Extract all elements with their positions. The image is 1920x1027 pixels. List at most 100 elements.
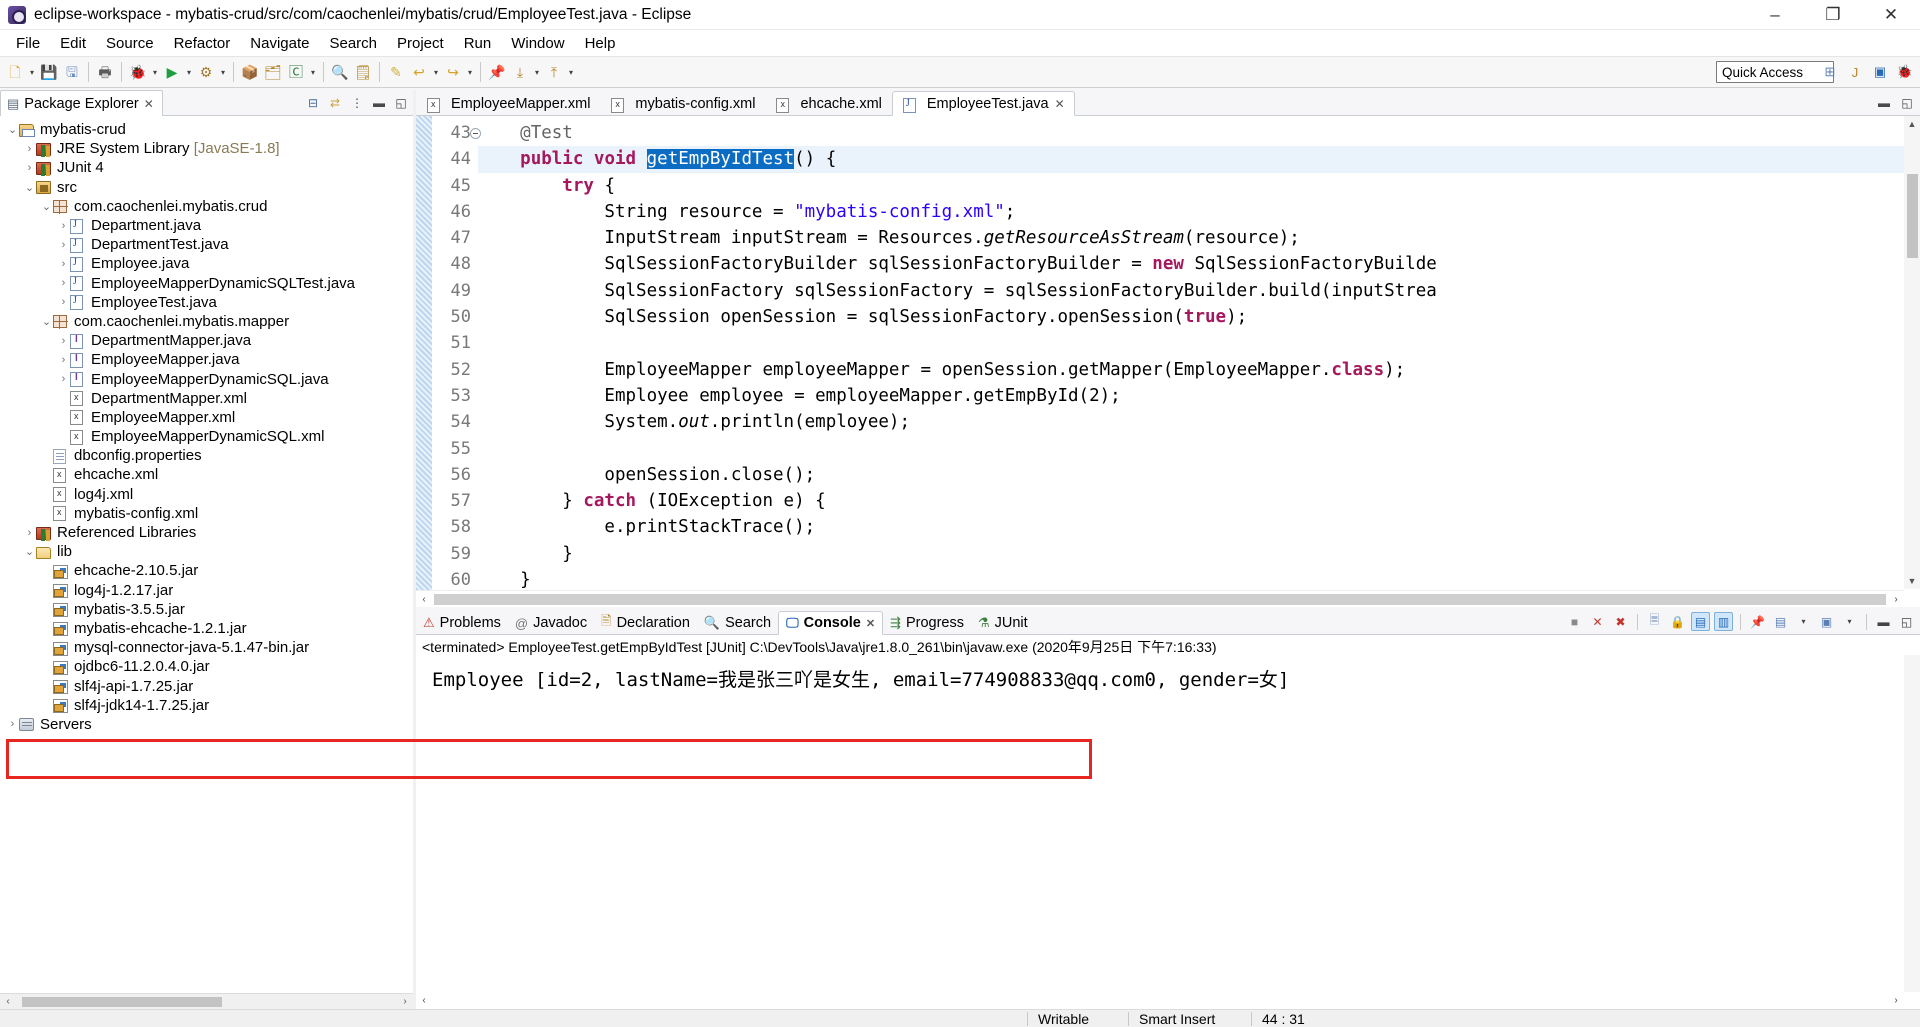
quick-access-input[interactable]	[1716, 61, 1834, 83]
console-tab-javadoc[interactable]: @ Javadoc	[508, 611, 594, 635]
run-dropdown-caret-icon[interactable]: ▾	[184, 60, 194, 84]
editor-vscrollbar[interactable]: ▲ ▼	[1904, 116, 1920, 589]
save-icon[interactable]: 💾	[38, 60, 60, 84]
link-with-editor-icon[interactable]: ⇄	[327, 95, 343, 111]
tree-item[interactable]: log4j.xml	[0, 485, 413, 504]
explorer-hscroll-thumb[interactable]	[22, 996, 222, 1007]
console-output-area[interactable]: Employee [id=2, lastName=我是张三吖是女生, email…	[416, 655, 1920, 1009]
show-console-on-error-icon[interactable]: ▥	[1714, 612, 1733, 631]
console-hscroll-thumb[interactable]	[434, 995, 1886, 1006]
close-icon[interactable]: ✕	[866, 617, 875, 630]
new-java-project-icon[interactable]: 📦	[239, 60, 261, 84]
code-line[interactable]	[478, 330, 1920, 356]
tree-item[interactable]: EmployeeMapper.xml	[0, 408, 413, 427]
scroll-right-icon[interactable]: ›	[1888, 594, 1904, 605]
tree-item[interactable]: › EmployeeMapper.java	[0, 350, 413, 369]
new-class-icon[interactable]: 🄲	[285, 60, 307, 84]
tree-item[interactable]: › Department.java	[0, 216, 413, 235]
chevron-down-icon[interactable]: ⌄	[6, 123, 19, 136]
minimize-view-icon[interactable]: ▬	[371, 95, 387, 111]
menu-navigate[interactable]: Navigate	[240, 33, 319, 54]
tree-item[interactable]: dbconfig.properties	[0, 446, 413, 465]
tree-item[interactable]: log4j-1.2.17.jar	[0, 581, 413, 600]
collapse-all-icon[interactable]: ⊟	[305, 95, 321, 111]
chevron-down-icon[interactable]: ⌄	[23, 545, 36, 558]
tree-item[interactable]: ⌄ src	[0, 178, 413, 197]
scroll-left-icon[interactable]: ‹	[0, 996, 16, 1007]
tree-item[interactable]: mybatis-config.xml	[0, 504, 413, 523]
save-all-icon[interactable]: 🖫	[61, 60, 83, 84]
tree-item[interactable]: ⌄ com.caochenlei.mybatis.mapper	[0, 312, 413, 331]
tree-item[interactable]: › DepartmentMapper.java	[0, 331, 413, 350]
new-package-icon[interactable]: 🗂	[262, 60, 284, 84]
tree-item[interactable]: › Referenced Libraries	[0, 523, 413, 542]
view-menu-icon[interactable]: ⋮	[349, 95, 365, 111]
chevron-down-icon[interactable]: ⌄	[40, 315, 53, 328]
debug-dropdown-caret-icon[interactable]: ▾	[150, 60, 160, 84]
show-console-on-output-icon[interactable]: ▤	[1691, 612, 1710, 631]
chevron-right-icon[interactable]: ›	[23, 143, 36, 155]
maximize-editor-icon[interactable]: ◱	[1899, 95, 1915, 111]
tree-item[interactable]: mysql-connector-java-5.1.47-bin.jar	[0, 638, 413, 657]
tree-item[interactable]: › EmployeeTest.java	[0, 293, 413, 312]
tree-item[interactable]: › JUnit 4	[0, 158, 413, 177]
menu-help[interactable]: Help	[575, 33, 626, 54]
open-task-icon[interactable]: 🗒	[352, 60, 374, 84]
editor-vscroll-thumb[interactable]	[1907, 174, 1918, 258]
minimize-editor-icon[interactable]: ▬	[1876, 95, 1892, 111]
tree-item[interactable]: › EmployeeMapperDynamicSQL.java	[0, 369, 413, 388]
code-line[interactable]: SqlSessionFactory sqlSessionFactory = sq…	[478, 278, 1920, 304]
scroll-right-icon[interactable]: ›	[397, 996, 413, 1007]
chevron-right-icon[interactable]: ›	[57, 239, 70, 251]
tree-item[interactable]: DepartmentMapper.xml	[0, 389, 413, 408]
project-tree[interactable]: ⌄ mybatis-crud › JRE System Library [JavaSE…	[0, 116, 413, 993]
chevron-right-icon[interactable]: ›	[23, 162, 36, 174]
back-caret-icon[interactable]: ▾	[431, 60, 441, 84]
editor-tab-employeemapper-xml[interactable]: EmployeeMapper.xml	[416, 91, 600, 116]
scroll-up-icon[interactable]: ▲	[1904, 116, 1920, 132]
chevron-right-icon[interactable]: ›	[57, 277, 70, 289]
source-code-text[interactable]: @Test public void getEmpByIdTest() { try…	[478, 116, 1920, 607]
maximize-console-icon[interactable]: ◱	[1897, 612, 1916, 631]
tree-item[interactable]: ⌄ com.caochenlei.mybatis.crud	[0, 197, 413, 216]
console-tab-search[interactable]: 🔍 Search	[697, 611, 778, 635]
external-tools-caret-icon[interactable]: ▾	[218, 60, 228, 84]
annotation-ruler[interactable]	[416, 116, 432, 607]
code-line[interactable]: }	[478, 541, 1920, 567]
new-icon[interactable]: 🗋	[4, 60, 26, 84]
next-annotation-icon[interactable]: ⤓	[509, 60, 531, 84]
pin-console-icon[interactable]: 📌	[1748, 612, 1767, 631]
editor-tab-mybatis-config-xml[interactable]: mybatis-config.xml	[600, 91, 765, 116]
close-icon[interactable]: ✕	[1055, 97, 1065, 111]
clear-console-icon[interactable]: 🗏	[1645, 612, 1664, 631]
scroll-down-icon[interactable]: ▼	[1904, 573, 1920, 589]
tree-item[interactable]: mybatis-ehcache-1.2.1.jar	[0, 619, 413, 638]
last-edit-location-icon[interactable]: ✎	[385, 60, 407, 84]
scroll-left-icon[interactable]: ‹	[416, 995, 432, 1006]
new-class-caret-icon[interactable]: ▾	[308, 60, 318, 84]
code-line[interactable]: System.out.println(employee);	[478, 409, 1920, 435]
minimize-button[interactable]: –	[1746, 0, 1804, 30]
menu-edit[interactable]: Edit	[50, 33, 96, 54]
new-dropdown-caret-icon[interactable]: ▾	[27, 60, 37, 84]
tab-package-explorer[interactable]: ▤ Package Explorer ✕	[0, 90, 163, 116]
run-external-icon[interactable]: ⚙	[195, 60, 217, 84]
code-line[interactable]: e.printStackTrace();	[478, 514, 1920, 540]
code-line[interactable]: EmployeeMapper employeeMapper = openSess…	[478, 357, 1920, 383]
display-console-caret-icon[interactable]: ▾	[1794, 612, 1813, 631]
code-line[interactable]: public void getEmpByIdTest() {	[478, 146, 1920, 173]
scroll-lock-icon[interactable]: 🔒	[1668, 612, 1687, 631]
chevron-right-icon[interactable]: ›	[57, 220, 70, 232]
console-hscrollbar[interactable]: ‹ ›	[416, 992, 1904, 1009]
editor-tab-employeetest-java[interactable]: EmployeeTest.java ✕	[891, 91, 1075, 116]
chevron-down-icon[interactable]: ⌄	[40, 200, 53, 213]
tree-item[interactable]: › JRE System Library [JavaSE-1.8]	[0, 139, 413, 158]
tree-item[interactable]: ⌄ mybatis-crud	[0, 120, 413, 139]
close-button[interactable]: ✕	[1862, 0, 1920, 30]
debug-perspective-icon[interactable]: 🐞	[1894, 61, 1916, 83]
explorer-hscroll-track[interactable]	[16, 995, 397, 1008]
run-icon[interactable]: ▶	[161, 60, 183, 84]
scroll-right-icon[interactable]: ›	[1888, 995, 1904, 1006]
maximize-button[interactable]: ❐	[1804, 0, 1862, 30]
remove-all-terminated-icon[interactable]: ✖	[1611, 612, 1630, 631]
